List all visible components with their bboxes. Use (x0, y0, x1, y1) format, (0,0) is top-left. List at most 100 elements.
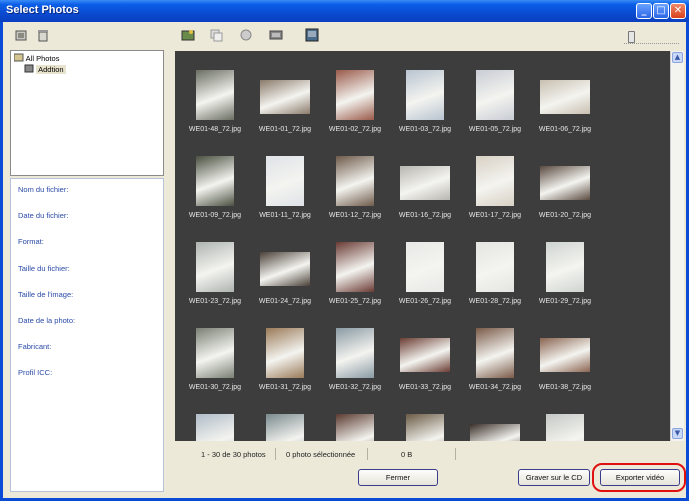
photo-image (266, 156, 304, 206)
photo-thumbnail[interactable] (180, 414, 250, 441)
photo-thumbnail[interactable]: WE01-32_72.jpg (320, 328, 390, 414)
prop-image-size: Taille de l'image: (18, 290, 74, 299)
photo-filename: WE01-03_72.jpg (398, 126, 452, 133)
add-photo-icon[interactable] (180, 28, 196, 44)
close-button[interactable]: Fermer (358, 469, 438, 486)
import-icon[interactable] (13, 28, 29, 44)
photo-thumbnail[interactable] (250, 414, 320, 441)
photo-filename: WE01-31_72.jpg (258, 384, 312, 391)
copy-icon[interactable] (208, 28, 224, 44)
photo-filename: WE01-34_72.jpg (468, 384, 522, 391)
photo-filename: WE01-02_72.jpg (328, 126, 382, 133)
photo-filename: WE01-12_72.jpg (328, 212, 382, 219)
photo-thumbnail[interactable]: WE01-05_72.jpg (460, 70, 530, 156)
photo-thumbnail[interactable]: WE01-16_72.jpg (390, 156, 460, 242)
photo-image (196, 242, 234, 292)
selected-count: 0 photo sélectionnée (286, 450, 356, 459)
minimize-button[interactable]: _ (636, 3, 652, 19)
photo-thumbnail[interactable]: WE01-29_72.jpg (530, 242, 600, 328)
photo-thumbnail[interactable]: WE01-48_72.jpg (180, 70, 250, 156)
photo-image (540, 80, 590, 114)
prop-icc-profile: Profil ICC: (18, 368, 53, 377)
selection-size: 0 B (401, 450, 413, 459)
photo-thumbnail[interactable]: WE01-20_72.jpg (530, 156, 600, 242)
photo-thumbnail[interactable]: WE01-38_72.jpg (530, 328, 600, 414)
tree-item-label: All Photos (25, 54, 60, 63)
photo-thumbnail[interactable]: WE01-30_72.jpg (180, 328, 250, 414)
photo-thumbnail[interactable]: WE01-23_72.jpg (180, 242, 250, 328)
close-window-button[interactable]: ✕ (670, 3, 686, 19)
photo-thumbnail[interactable]: WE01-06_72.jpg (530, 70, 600, 156)
photo-image (406, 414, 444, 441)
photo-thumbnail[interactable]: WE01-03_72.jpg (390, 70, 460, 156)
photo-thumbnail[interactable]: WE01-28_72.jpg (460, 242, 530, 328)
trash-icon[interactable] (35, 28, 51, 44)
photo-thumbnail[interactable]: WE01-17_72.jpg (460, 156, 530, 242)
photo-filename: WE01-16_72.jpg (398, 212, 452, 219)
photo-image (196, 70, 234, 120)
photo-image (546, 242, 584, 292)
photo-thumbnail[interactable] (320, 414, 390, 441)
photo-filename: WE01-05_72.jpg (468, 126, 522, 133)
photo-image (336, 70, 374, 120)
photo-count: 1 - 30 de 30 photos (201, 450, 266, 459)
photo-filename: WE01-24_72.jpg (258, 298, 312, 305)
photo-image (260, 80, 310, 114)
scroll-up-button[interactable]: ▲ (672, 52, 683, 63)
status-divider (455, 448, 456, 460)
prop-format: Format: (18, 237, 44, 246)
tree-item-all-photos[interactable]: All Photos (13, 53, 60, 64)
status-divider (275, 448, 276, 460)
photo-thumbnail[interactable]: WE01-09_72.jpg (180, 156, 250, 242)
photo-image (336, 242, 374, 292)
photo-image (196, 328, 234, 378)
window-title: Select Photos (6, 4, 79, 16)
photo-filename: WE01-48_72.jpg (188, 126, 242, 133)
photo-image (400, 166, 450, 200)
photo-image (406, 70, 444, 120)
photo-thumbnail[interactable]: WE01-25_72.jpg (320, 242, 390, 328)
photo-image (476, 242, 514, 292)
maximize-button[interactable]: □ (653, 3, 669, 19)
photo-thumbnail[interactable]: WE01-26_72.jpg (390, 242, 460, 328)
photo-thumbnail[interactable] (530, 414, 600, 441)
photo-thumbnail[interactable]: WE01-11_72.jpg (250, 156, 320, 242)
rotate-icon[interactable] (238, 28, 254, 44)
photo-thumbnail[interactable]: WE01-24_72.jpg (250, 242, 320, 328)
photo-thumbnail[interactable]: WE01-02_72.jpg (320, 70, 390, 156)
photo-thumbnail[interactable]: WE01-12_72.jpg (320, 156, 390, 242)
photo-thumbnail[interactable]: WE01-34_72.jpg (460, 328, 530, 414)
export-icon[interactable] (304, 28, 320, 44)
photo-filename: WE01-01_72.jpg (258, 126, 312, 133)
photo-thumbnail[interactable]: WE01-01_72.jpg (250, 70, 320, 156)
scroll-down-button[interactable]: ▼ (672, 428, 683, 439)
photo-thumbnail[interactable]: WE01-31_72.jpg (250, 328, 320, 414)
photo-thumbnail[interactable]: WE01-33_72.jpg (390, 328, 460, 414)
burn-cd-button[interactable]: Graver sur le CD (518, 469, 590, 486)
photo-filename: WE01-29_72.jpg (538, 298, 592, 305)
prop-file-size: Taille du fichier: (18, 264, 70, 273)
photo-image (476, 156, 514, 206)
photo-image (336, 414, 374, 441)
title-bar[interactable]: Select Photos _ □ ✕ (0, 0, 689, 22)
file-properties-panel: Nom du fichier: Date du fichier: Format:… (10, 178, 164, 492)
photo-image (266, 328, 304, 378)
photo-filename: WE01-32_72.jpg (328, 384, 382, 391)
photo-image (476, 70, 514, 120)
photo-image (546, 414, 584, 441)
photo-filename: WE01-28_72.jpg (468, 298, 522, 305)
zoom-slider[interactable] (624, 31, 679, 44)
prop-manufacturer: Fabricant: (18, 342, 52, 351)
view-icon[interactable] (268, 28, 284, 44)
vertical-scrollbar[interactable]: ▲ ▼ (670, 51, 684, 441)
zoom-slider-thumb[interactable] (628, 31, 636, 43)
photo-filename: WE01-06_72.jpg (538, 126, 592, 133)
photo-filename: WE01-26_72.jpg (398, 298, 452, 305)
photo-thumbnail[interactable] (390, 414, 460, 441)
status-bar: 1 - 30 de 30 photos 0 photo sélectionnée… (175, 446, 683, 462)
photo-image (476, 328, 514, 378)
photo-thumbnail[interactable] (460, 414, 530, 441)
tree-item-addtion[interactable]: Addtion (24, 64, 66, 75)
photo-image (260, 252, 310, 286)
photo-filename: WE01-38_72.jpg (538, 384, 592, 391)
